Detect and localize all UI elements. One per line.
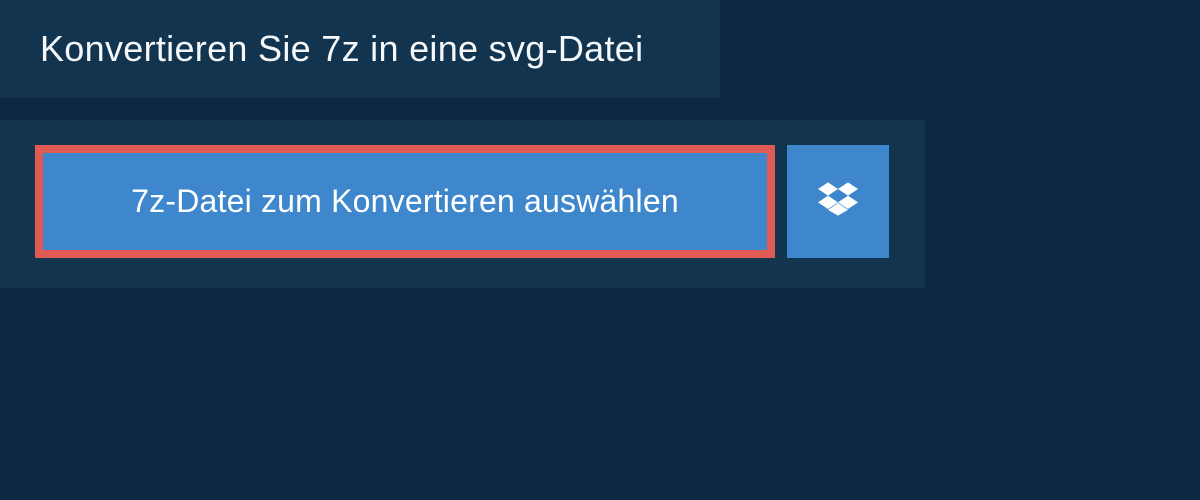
select-file-button[interactable]: 7z-Datei zum Konvertieren auswählen — [35, 145, 775, 258]
dropbox-button[interactable] — [787, 145, 889, 258]
main-panel: 7z-Datei zum Konvertieren auswählen — [0, 120, 925, 288]
header-bar: Konvertieren Sie 7z in eine svg-Datei — [0, 0, 720, 98]
page-title: Konvertieren Sie 7z in eine svg-Datei — [40, 28, 690, 70]
button-row: 7z-Datei zum Konvertieren auswählen — [35, 145, 890, 258]
dropbox-icon — [818, 179, 858, 224]
